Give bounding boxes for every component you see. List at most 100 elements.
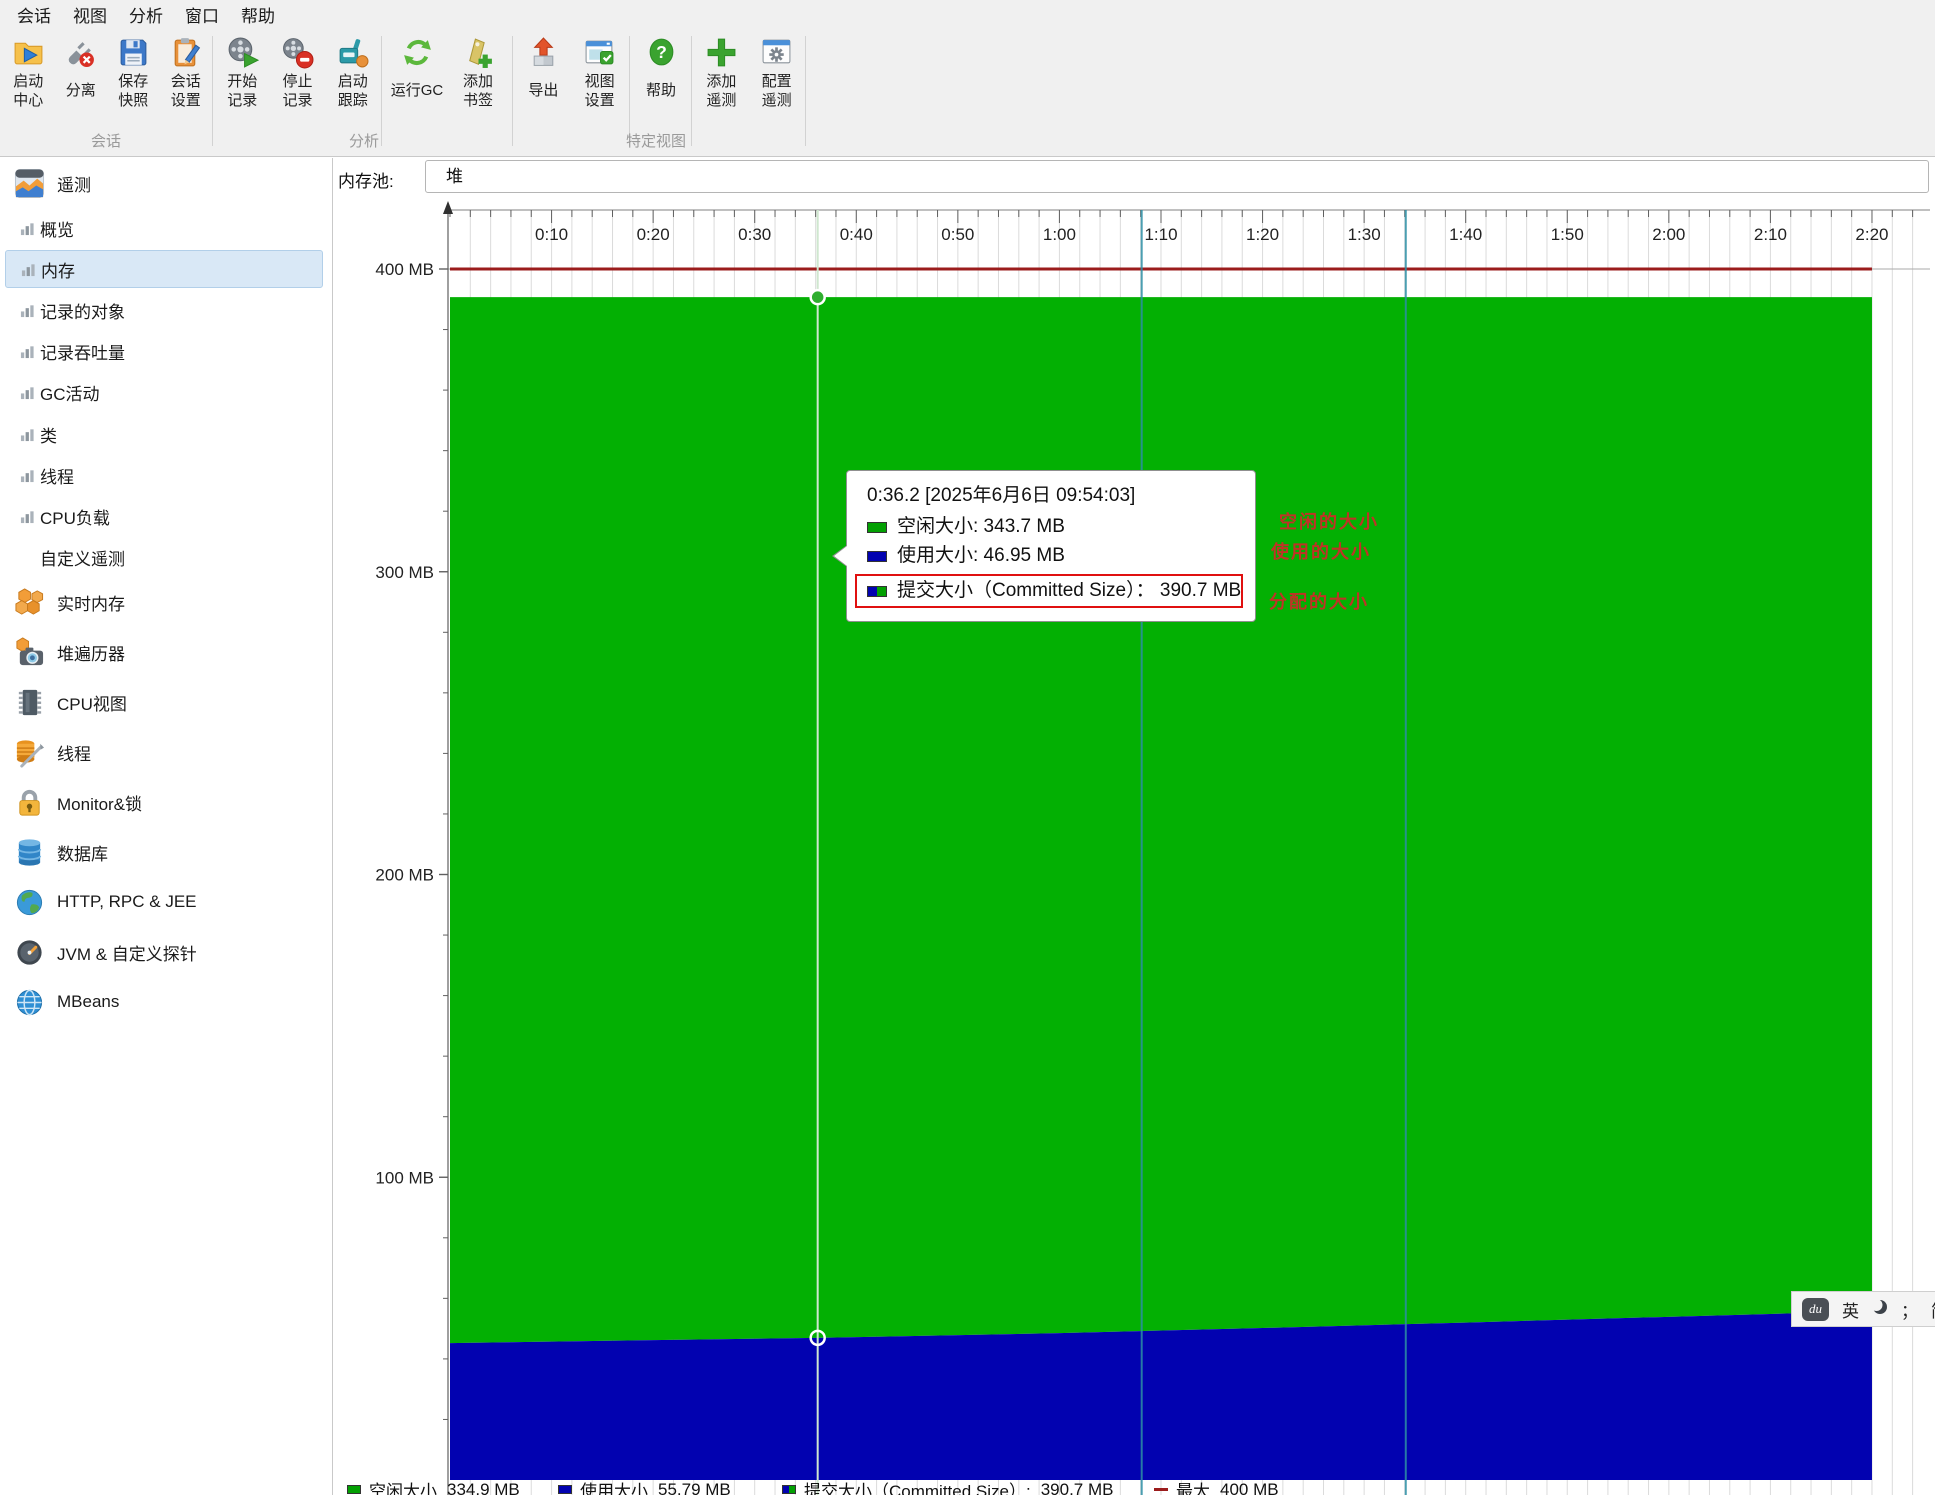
baidu-ime-icon[interactable]: du [1802,1298,1829,1321]
sidebar-item-mbeans[interactable]: MBeans [0,983,332,1021]
ime-toolbar: du 英 ； 简 [1791,1291,1935,1327]
help-label: 帮助 [646,81,676,100]
add-bookmark-button[interactable]: 添加书签 [451,34,505,110]
view-settings-button[interactable]: 视图设置 [573,34,627,110]
sidebar-item-monitor-locks[interactable]: Monitor&锁 [0,783,332,821]
tooltip-committed-size-row-highlighted: 提交大小（Committed Size）： 390.7 MB [855,574,1243,608]
run-gc-button[interactable]: 运行GC [390,34,444,100]
sidebar-item-label: 记录的对象 [40,298,125,323]
configure-telemetry-icon [760,36,793,69]
toolbar-group-4: ?帮助 [631,34,691,130]
memory-pool-label: 内存池: [338,167,394,192]
svg-text:300 MB: 300 MB [375,563,434,582]
sidebar-item-threads[interactable]: 线程 [0,733,332,771]
detach-label: 分离 [66,81,96,100]
menu-session[interactable]: 会话 [6,0,62,30]
sidebar-item-label: 堆遍历器 [57,640,125,665]
svg-text:1:30: 1:30 [1348,225,1381,244]
toolbar-group-label: 会话 [46,130,166,151]
svg-text:0:10: 0:10 [535,225,568,244]
svg-text:1:50: 1:50 [1551,225,1584,244]
add-bookmark-label: 添加书签 [463,72,493,110]
menu-window[interactable]: 窗口 [174,0,230,30]
sidebar-item-label: Monitor&锁 [57,790,142,815]
sidebar-item-label: 遥测 [57,171,91,196]
mini-bar-chart-icon [21,262,36,277]
legend-free: 空闲大小334.9 MB [347,1477,520,1495]
save-snapshot-label: 保存快照 [118,72,148,110]
cpu-views-icon [14,687,45,718]
sidebar-item-memory[interactable]: 内存 [5,250,323,288]
sidebar-item-label: CPU视图 [57,690,127,715]
monitor-locks-icon [14,787,45,818]
sidebar-item-http-rpc-jee[interactable]: HTTP, RPC & JEE [0,883,332,921]
sidebar-item-custom-telemetry[interactable]: 自定义遥测 [0,538,332,576]
menu-view[interactable]: 视图 [62,0,118,30]
svg-text:0:30: 0:30 [738,225,771,244]
moon-icon[interactable] [1872,1299,1888,1320]
run-gc-icon [401,36,434,69]
menu-bar: 会话 视图 分析 窗口 帮助 [0,0,1935,28]
add-telemetry-label: 添加遥测 [706,72,736,110]
sidebar-item-jvm-probes[interactable]: JVM & 自定义探针 [0,933,332,971]
session-settings-button[interactable]: 会话设置 [160,34,213,110]
sidebar-item-label: GC活动 [40,380,100,405]
stop-recording-label: 停止记录 [282,72,312,110]
ime-punctuation-toggle[interactable]: ； [1901,1297,1918,1322]
chart-tooltip: 0:36.2 [2025年6月6日 09:54:03] 空闲大小: 343.7 … [846,470,1256,622]
ime-language-toggle[interactable]: 英 [1842,1297,1859,1322]
save-snapshot-button[interactable]: 保存快照 [107,34,160,110]
svg-text:1:00: 1:00 [1043,225,1076,244]
toolbar-divider [212,36,213,146]
sidebar-item-recorded-objects[interactable]: 记录的对象 [0,291,332,329]
sidebar-item-cpu-views[interactable]: CPU视图 [0,683,332,721]
ime-simplified-toggle[interactable]: 简 [1931,1297,1935,1322]
sidebar-item-label: 线程 [57,740,91,765]
sidebar-item-databases[interactable]: 数据库 [0,833,332,871]
chart-bottom-legend: 空闲大小334.9 MB 使用大小55.79 MB 提交大小（Committed… [333,1477,1935,1495]
export-label: 导出 [528,81,558,100]
start-recording-button[interactable]: 开始记录 [215,34,269,110]
svg-text:0:20: 0:20 [637,225,670,244]
toolbar-group-2: 运行GC 添加书签 [383,34,512,130]
start-tracking-label: 启动跟踪 [338,72,368,110]
menu-analyze[interactable]: 分析 [118,0,174,30]
mini-bar-chart-icon [20,385,35,400]
mini-bar-chart-icon [20,427,35,442]
launch-center-button[interactable]: 启动中心 [2,34,55,110]
sidebar-item-recorded-throughput[interactable]: 记录吞吐量 [0,332,332,370]
svg-text:200 MB: 200 MB [375,866,434,885]
configure-telemetry-button[interactable]: 配置遥测 [750,34,804,110]
sidebar-item-label: 类 [40,422,57,447]
sidebar-item-gc-activity[interactable]: GC活动 [0,373,332,411]
legend-used-swatch [558,1485,572,1494]
start-recording-icon [226,36,259,69]
run-gc-label: 运行GC [391,81,444,100]
export-button[interactable]: 导出 [516,34,570,100]
toolbar-group-0: 启动中心分离 保存快照会话设置 [2,34,212,130]
content-area: 内存池: 堆 0:100:200:300:400:501:001:101:201… [333,158,1935,1495]
add-telemetry-button[interactable]: 添加遥测 [694,34,748,110]
menu-help[interactable]: 帮助 [230,0,286,30]
help-button[interactable]: ?帮助 [634,34,688,100]
sidebar-item-live-memory[interactable]: 实时内存 [0,583,332,621]
stop-recording-button[interactable]: 停止记录 [271,34,325,110]
databases-icon [14,837,45,868]
detach-button[interactable]: 分离 [55,34,108,100]
sidebar-item-telemetry[interactable]: 遥测 [0,164,332,202]
memory-telemetry-chart[interactable]: 0:100:200:300:400:501:001:101:201:301:40… [333,200,1935,1495]
sidebar-item-label: 概览 [40,216,74,241]
sidebar-item-threads-telemetry[interactable]: 线程 [0,456,332,494]
toolbar-group-5: 添加遥测配置遥测 [693,34,805,130]
committed-size-swatch [867,586,887,597]
cursor-marker-committed [811,290,825,304]
legend-max-swatch [1154,1488,1168,1491]
sidebar-item-cpu-load[interactable]: CPU负载 [0,497,332,535]
memory-pool-select[interactable]: 堆 [425,160,1929,193]
sidebar-item-classes[interactable]: 类 [0,415,332,453]
detach-icon [64,36,97,69]
start-tracking-button[interactable]: 启动跟踪 [326,34,380,110]
sidebar-item-overview[interactable]: 概览 [0,209,332,247]
sidebar-item-heap-walker[interactable]: 堆遍历器 [0,633,332,671]
svg-text:2:10: 2:10 [1754,225,1787,244]
